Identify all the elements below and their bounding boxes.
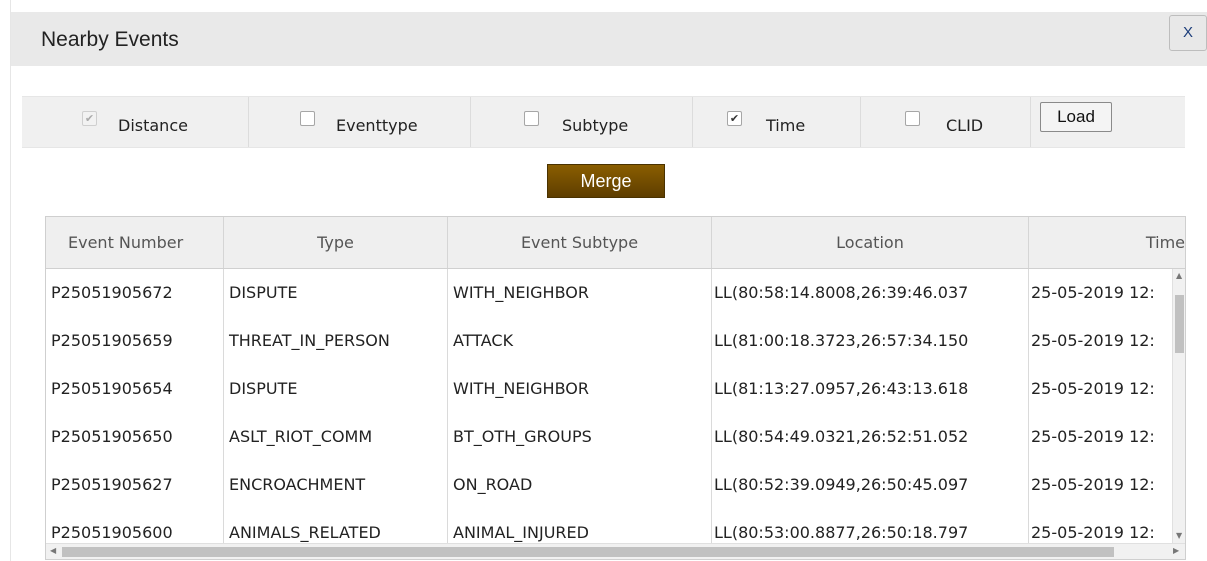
dialog-header: [11, 12, 1207, 66]
subtype-checkbox[interactable]: [524, 111, 539, 126]
table-row[interactable]: P25051905654 DISPUTE WITH_NEIGHBOR LL(81…: [46, 365, 1170, 414]
filter-time: ✔ Time: [692, 97, 861, 147]
scroll-left-icon[interactable]: ◀: [50, 546, 56, 555]
subtype-cell: WITH_NEIGHBOR: [448, 365, 712, 413]
time-label: Time: [766, 116, 806, 135]
subtype-cell: ON_ROAD: [448, 461, 712, 509]
clid-checkbox[interactable]: [905, 111, 920, 126]
location-cell: LL(81:13:27.0957,26:43:13.618: [712, 365, 1029, 413]
subtype-cell: ANIMAL_INJURED: [448, 509, 712, 543]
event-number-cell: P25051905600: [46, 509, 224, 543]
scroll-right-icon[interactable]: ▶: [1173, 546, 1179, 555]
filter-clid: CLID: [860, 97, 1031, 147]
col-event-number[interactable]: Event Number: [46, 217, 224, 268]
vertical-scroll-thumb[interactable]: [1175, 295, 1184, 353]
table-row[interactable]: P25051905627 ENCROACHMENT ON_ROAD LL(80:…: [46, 461, 1170, 510]
filter-subtype: Subtype: [470, 97, 693, 147]
table-body: P25051905672 DISPUTE WITH_NEIGHBOR LL(80…: [46, 269, 1170, 543]
type-cell: DISPUTE: [224, 269, 448, 317]
location-cell: LL(80:58:14.8008,26:39:46.037: [712, 269, 1029, 317]
clid-label: CLID: [946, 116, 984, 135]
distance-checkbox[interactable]: ✔: [82, 111, 97, 126]
subtype-cell: WITH_NEIGHBOR: [448, 269, 712, 317]
time-checkbox[interactable]: ✔: [727, 111, 742, 126]
table-header: Event Number Type Event Subtype Location…: [46, 217, 1185, 269]
location-cell: LL(80:52:39.0949,26:50:45.097: [712, 461, 1029, 509]
horizontal-scroll-thumb[interactable]: [62, 547, 1114, 557]
table-row[interactable]: P25051905659 THREAT_IN_PERSON ATTACK LL(…: [46, 317, 1170, 366]
vertical-scrollbar[interactable]: ▲ ▼: [1172, 269, 1185, 543]
type-cell: ASLT_RIOT_COMM: [224, 413, 448, 461]
time-cell: 25-05-2019 12:: [1031, 331, 1155, 350]
location-cell: LL(81:00:18.3723,26:57:34.150: [712, 317, 1029, 365]
type-cell: ANIMALS_RELATED: [224, 509, 448, 543]
col-event-subtype[interactable]: Event Subtype: [448, 217, 712, 268]
event-number-cell: P25051905659: [46, 317, 224, 365]
time-cell: 25-05-2019 12:: [1031, 475, 1155, 494]
event-number-cell: P25051905672: [46, 269, 224, 317]
dialog-title: Nearby Events: [41, 28, 179, 51]
scroll-down-icon[interactable]: ▼: [1176, 531, 1182, 540]
time-cell: 25-05-2019 12:: [1031, 523, 1155, 542]
filter-eventtype: Eventtype: [248, 97, 471, 147]
type-cell: THREAT_IN_PERSON: [224, 317, 448, 365]
event-number-cell: P25051905650: [46, 413, 224, 461]
col-type[interactable]: Type: [224, 217, 448, 268]
time-cell: 25-05-2019 12:: [1031, 283, 1155, 302]
location-cell: LL(80:53:00.8877,26:50:18.797: [712, 509, 1029, 543]
col-time[interactable]: Time: [1029, 217, 1185, 268]
close-button[interactable]: X: [1169, 15, 1207, 51]
type-cell: DISPUTE: [224, 365, 448, 413]
col-location[interactable]: Location: [712, 217, 1029, 268]
location-cell: LL(80:54:49.0321,26:52:51.052: [712, 413, 1029, 461]
eventtype-label: Eventtype: [336, 116, 418, 135]
subtype-cell: BT_OTH_GROUPS: [448, 413, 712, 461]
subtype-label: Subtype: [562, 116, 629, 135]
filter-bar: ✔ Distance Eventtype Subtype ✔ Time CLID: [22, 96, 1185, 148]
load-button[interactable]: Load: [1040, 102, 1112, 132]
type-cell: ENCROACHMENT: [224, 461, 448, 509]
table-row[interactable]: P25051905650 ASLT_RIOT_COMM BT_OTH_GROUP…: [46, 413, 1170, 462]
subtype-cell: ATTACK: [448, 317, 712, 365]
time-cell: 25-05-2019 12:: [1031, 427, 1155, 446]
table-row[interactable]: P25051905600 ANIMALS_RELATED ANIMAL_INJU…: [46, 509, 1170, 543]
distance-label: Distance: [118, 116, 188, 135]
table-row[interactable]: P25051905672 DISPUTE WITH_NEIGHBOR LL(80…: [46, 269, 1170, 318]
merge-button[interactable]: Merge: [547, 164, 665, 198]
filter-distance: ✔ Distance: [22, 97, 249, 147]
events-table: Event Number Type Event Subtype Location…: [45, 216, 1186, 560]
event-number-cell: P25051905627: [46, 461, 224, 509]
scroll-up-icon[interactable]: ▲: [1176, 271, 1182, 280]
eventtype-checkbox[interactable]: [300, 111, 315, 126]
event-number-cell: P25051905654: [46, 365, 224, 413]
horizontal-scrollbar[interactable]: ◀ ▶: [46, 543, 1185, 559]
time-cell: 25-05-2019 12:: [1031, 379, 1155, 398]
